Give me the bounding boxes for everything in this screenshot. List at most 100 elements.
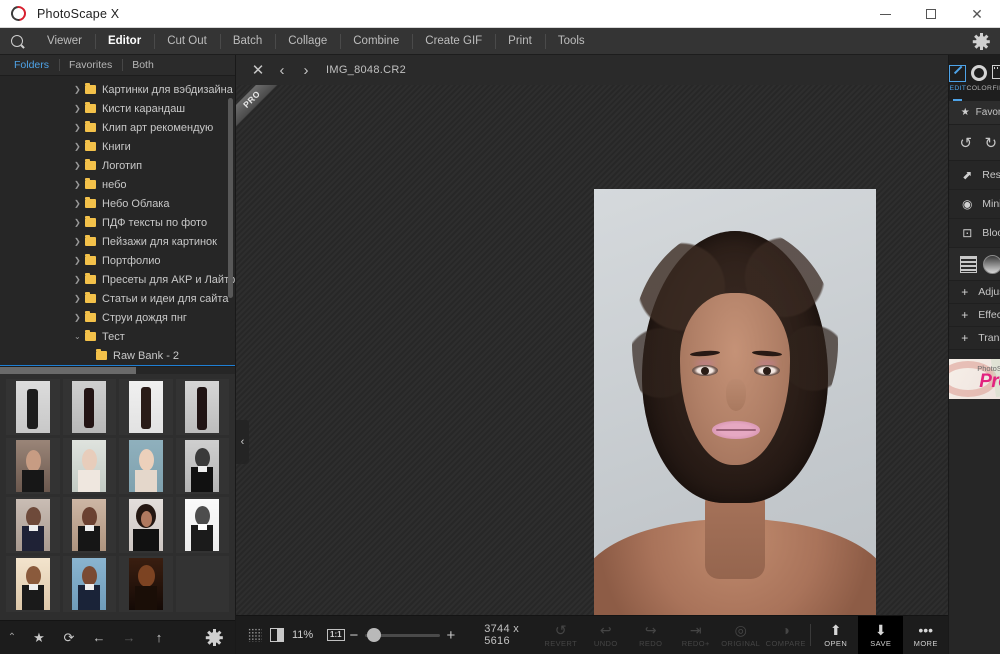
tree-item[interactable]: ❯Кисти карандаш [0,99,235,118]
tree-item[interactable]: ❯Клип арт рекомендую [0,118,235,137]
split-view-icon[interactable] [266,616,288,654]
thumbnail-item[interactable] [176,379,230,435]
maximize-button[interactable] [908,0,954,28]
chevron-right-icon[interactable]: ❯ [74,142,85,151]
menu-item-cut-out[interactable]: Cut Out [154,28,220,55]
chevron-right-icon[interactable]: ❯ [74,85,85,94]
pro-version-banner[interactable]: PhotoScape X Pro version ❯ [949,359,1000,399]
section-effects[interactable]: + Effects [949,304,1000,327]
tab-film[interactable]: FILM [992,55,1000,101]
tree-item-raw-bank-2[interactable]: Raw Bank - 2 [0,346,235,365]
compare-button[interactable]: ◑ COMPARE [763,616,808,654]
thumbnail-item[interactable] [119,556,173,612]
tree-item[interactable]: ❯Статьи и идеи для сайта [0,289,235,308]
refresh-icon[interactable]: ⟳ [54,621,84,654]
tree-item[interactable]: ❯Логотип [0,156,235,175]
thumbnail-item[interactable] [119,379,173,435]
folder-tree[interactable]: ❯Картинки для вэбдизайна ❯Кисти карандаш… [0,75,235,366]
up-arrow-icon[interactable]: ↑ [144,621,174,654]
close-button[interactable]: ✕ [954,0,1000,28]
menu-item-collage[interactable]: Collage [275,28,340,55]
rotate-ccw-icon[interactable]: ↺ [956,133,976,153]
thumbnail-item[interactable] [119,497,173,553]
chevron-left-icon[interactable]: ‹ [270,55,294,85]
panel-collapse-handle[interactable]: ‹ [236,420,249,464]
tool-miniature[interactable]: ◉ Miniature [949,190,1000,219]
chevron-right-icon[interactable]: ❯ [74,256,85,265]
revert-button[interactable]: ↺ REVERT [538,616,583,654]
tab-edit[interactable]: EDIT [949,55,966,101]
chevron-right-icon[interactable]: ❯ [74,123,85,132]
settings-gear-icon[interactable] [973,33,990,50]
tree-item[interactable]: ❯Книги [0,137,235,156]
chevron-down-icon[interactable]: ⌄ [74,332,85,341]
open-button[interactable]: ⬆ OPEN [813,616,858,654]
chevron-right-icon[interactable]: ❯ [74,161,85,170]
redo-button[interactable]: ↪ REDO [628,616,673,654]
collapse-chevron-icon[interactable]: ⌃ [0,621,24,654]
menu-item-batch[interactable]: Batch [220,28,275,55]
tree-item[interactable]: ❯Портфолио [0,251,235,270]
left-gear-icon[interactable] [206,629,223,646]
chevron-right-icon[interactable]: ❯ [74,199,85,208]
tree-item[interactable]: ❯Пейзажи для картинок [0,232,235,251]
film-strip-icon[interactable] [960,256,977,273]
menu-item-tools[interactable]: Tools [545,28,598,55]
menu-item-viewer[interactable]: Viewer [34,28,95,55]
chevron-right-icon[interactable]: ❯ [74,275,85,284]
thumbnail-item[interactable] [63,379,117,435]
thumbnail-item[interactable] [6,379,60,435]
thumbnail-item[interactable] [176,438,230,494]
tab-folders[interactable]: Folders [4,55,59,75]
chevron-right-icon[interactable]: › [294,55,318,85]
rotate-cw-icon[interactable]: ↻ [981,133,1000,153]
tool-bloom[interactable]: ⊡ Bloom [949,219,1000,248]
photo-preview[interactable] [594,189,876,615]
zoom-slider[interactable] [365,634,439,637]
minimize-button[interactable] [862,0,908,28]
thumbnail-item[interactable] [6,497,60,553]
tree-item[interactable]: ❯небо [0,175,235,194]
thumbnail-item[interactable] [6,438,60,494]
thumbnail-item[interactable] [176,497,230,553]
more-button[interactable]: ••• MORE [903,616,948,654]
chevron-right-icon[interactable]: ❯ [74,180,85,189]
chevron-right-icon[interactable]: ❯ [74,237,85,246]
thumbnail-item[interactable] [63,438,117,494]
section-adjustments[interactable]: + Adjustments [949,281,1000,304]
menu-item-editor[interactable]: Editor [95,28,154,55]
tab-both[interactable]: Both [122,55,164,75]
forward-arrow-icon[interactable]: → [114,621,144,654]
tree-item[interactable]: ❯Пресеты для АКР и Лайтру [0,270,235,289]
back-arrow-icon[interactable]: ← [84,621,114,654]
thumbnail-item[interactable] [119,438,173,494]
menu-item-create-gif[interactable]: Create GIF [412,28,495,55]
menu-item-print[interactable]: Print [495,28,545,55]
redo-plus-button[interactable]: ⇥ REDO+ [673,616,718,654]
tree-item[interactable]: ❯Картинки для вэбдизайна [0,80,235,99]
chevron-right-icon[interactable]: ❯ [74,313,85,322]
image-canvas[interactable]: PRO ‹ [236,85,948,615]
chevron-right-icon[interactable]: ❯ [74,104,85,113]
close-icon[interactable]: ✕ [246,55,270,85]
search-icon[interactable] [0,35,34,47]
tree-item[interactable]: ❯Небо Облака [0,194,235,213]
thumbnail-item[interactable] [63,556,117,612]
star-icon[interactable]: ★ [24,621,54,654]
favorites-button[interactable]: ★ Favorites [949,101,1000,124]
grid-icon[interactable] [244,616,266,654]
zoom-in-button[interactable]: + [442,627,461,644]
grayscale-swatch[interactable] [983,255,1000,274]
zoom-out-button[interactable]: − [345,627,364,644]
thumbnail-item[interactable] [63,497,117,553]
tree-item-test[interactable]: ⌄Тест [0,327,235,346]
tool-resize[interactable]: ⬈ Resize [949,161,1000,190]
tree-item[interactable]: ❯Струи дождя пнг [0,308,235,327]
chevron-right-icon[interactable]: ❯ [74,294,85,303]
tab-favorites[interactable]: Favorites [59,55,122,75]
undo-button[interactable]: ↩ UNDO [583,616,628,654]
tree-scrollbar[interactable] [228,98,233,298]
chevron-right-icon[interactable]: ❯ [74,218,85,227]
tab-color[interactable]: COLOR [966,55,992,101]
tree-item[interactable]: ❯ПДФ тексты по фото [0,213,235,232]
